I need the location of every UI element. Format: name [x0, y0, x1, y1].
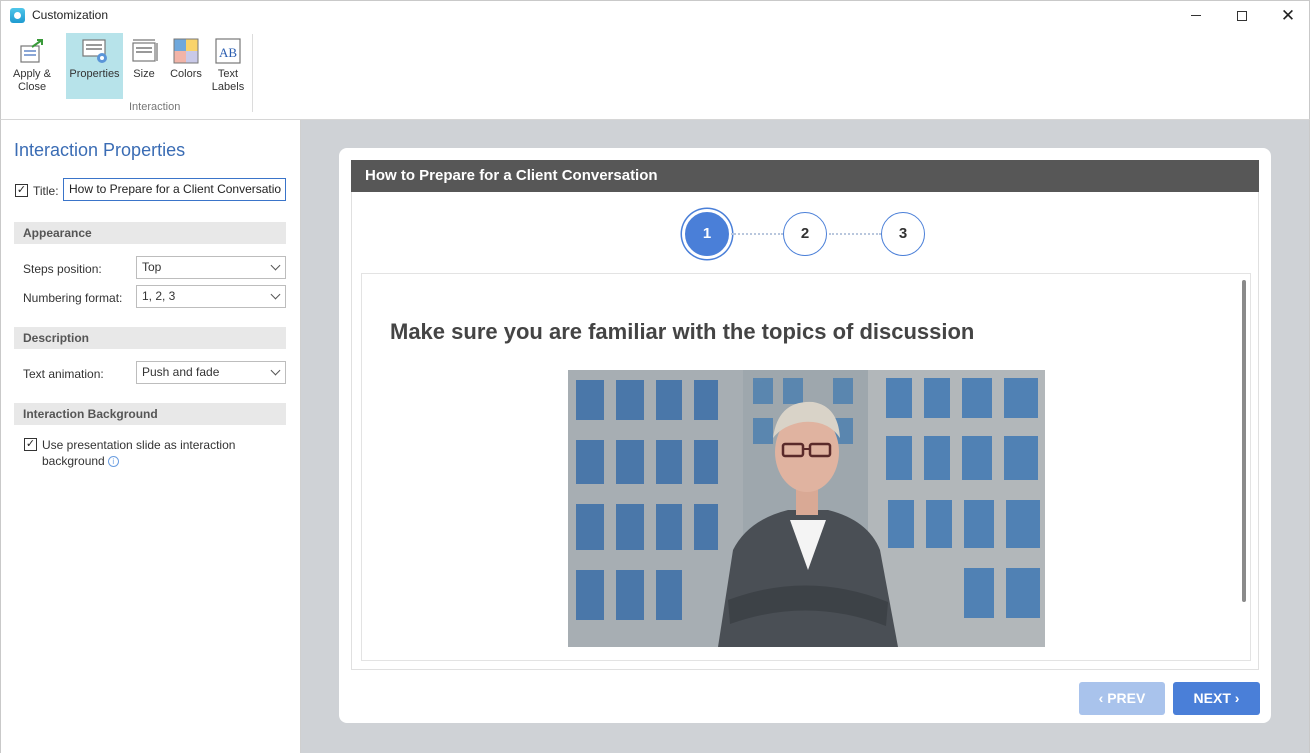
numbering-format-value: 1, 2, 3 — [142, 289, 176, 303]
apply-close-icon — [18, 37, 46, 65]
use-slide-background-label: Use presentation slide as interaction — [42, 438, 236, 452]
description-header: Description — [14, 327, 286, 349]
colors-label: Colors — [170, 68, 202, 80]
chevron-right-icon: › — [1234, 690, 1240, 706]
next-button[interactable]: NEXT › — [1173, 682, 1260, 715]
steps-position-value: Top — [142, 260, 162, 274]
use-slide-background-label-line2: background i — [42, 454, 119, 468]
prev-button[interactable]: ‹ PREV — [1079, 682, 1165, 715]
steps-position-label: Steps position: — [23, 262, 102, 276]
step-2[interactable]: 2 — [783, 212, 827, 256]
chevron-down-icon — [270, 260, 281, 271]
text-labels-icon: AB — [214, 37, 242, 65]
text-animation-label: Text animation: — [23, 367, 104, 381]
numbering-format-select[interactable]: 1, 2, 3 — [136, 285, 286, 308]
steps-container: 1 2 3 Make sure you are familiar with th… — [351, 192, 1259, 670]
properties-button[interactable]: Properties — [66, 33, 123, 99]
properties-label: Properties — [69, 68, 120, 80]
appearance-header: Appearance — [14, 222, 286, 244]
title-input[interactable]: How to Prepare for a Client Conversatio — [63, 178, 286, 201]
slide-heading: Make sure you are familiar with the topi… — [390, 319, 975, 344]
maximize-icon — [1237, 10, 1247, 21]
text-animation-value: Push and fade — [142, 365, 220, 379]
chevron-down-icon — [270, 365, 281, 376]
size-icon — [130, 37, 158, 65]
use-slide-background-checkbox[interactable]: ✓ — [24, 438, 37, 451]
text-labels-button[interactable]: AB Text Labels — [208, 33, 248, 94]
properties-panel: Interaction Properties ✓ Title: How to P… — [0, 120, 301, 753]
slide-image — [568, 370, 1045, 647]
minimize-button[interactable] — [1173, 1, 1219, 30]
text-animation-select[interactable]: Push and fade — [136, 361, 286, 384]
chevron-down-icon — [270, 289, 281, 300]
panel-title: Interaction Properties — [14, 140, 186, 160]
colors-icon — [172, 37, 200, 65]
step-1[interactable]: 1 — [685, 212, 729, 256]
title-bar: Customization ✕ — [0, 0, 1310, 30]
chevron-left-icon: ‹ — [1098, 690, 1104, 706]
preview-area: How to Prepare for a Client Conversation… — [301, 120, 1310, 753]
close-button[interactable]: ✕ — [1265, 1, 1310, 30]
size-label: Size — [133, 68, 155, 80]
interaction-title: How to Prepare for a Client Conversation — [351, 160, 1259, 192]
close-icon: ✕ — [1280, 5, 1296, 25]
colors-button[interactable]: Colors — [166, 33, 206, 81]
step-3[interactable]: 3 — [881, 212, 925, 256]
title-checkbox[interactable]: ✓ — [15, 184, 28, 197]
interaction-card: How to Prepare for a Client Conversation… — [339, 148, 1271, 723]
svg-text:AB: AB — [219, 45, 237, 60]
apply-close-button[interactable]: Apply & Close — [7, 33, 57, 94]
text-labels-label: Text Labels — [211, 68, 245, 93]
prev-label: PREV — [1107, 690, 1146, 706]
interaction-background-header: Interaction Background — [14, 403, 286, 425]
content-scrollbar[interactable] — [1242, 280, 1246, 602]
window-title: Customization — [32, 8, 109, 22]
app-icon — [10, 8, 25, 23]
title-label: Title: — [33, 184, 59, 198]
step-connector — [731, 233, 783, 235]
next-label: NEXT — [1193, 690, 1231, 706]
maximize-button[interactable] — [1219, 1, 1265, 30]
apply-close-label: Apply & Close — [13, 68, 51, 93]
minimize-icon — [1191, 15, 1201, 16]
ribbon-group-label: Interaction — [129, 101, 181, 113]
ribbon-toolbar: Apply & Close Properties Size Colors AB … — [0, 30, 1310, 120]
steps-position-select[interactable]: Top — [136, 256, 286, 279]
step-content: Make sure you are familiar with the topi… — [361, 273, 1251, 661]
step-connector — [829, 233, 881, 235]
use-slide-background-label-text: background — [42, 454, 105, 468]
properties-icon — [81, 37, 109, 65]
size-button[interactable]: Size — [127, 33, 161, 81]
info-icon[interactable]: i — [107, 456, 119, 467]
ribbon-group-separator — [252, 34, 253, 112]
numbering-format-label: Numbering format: — [23, 291, 123, 305]
